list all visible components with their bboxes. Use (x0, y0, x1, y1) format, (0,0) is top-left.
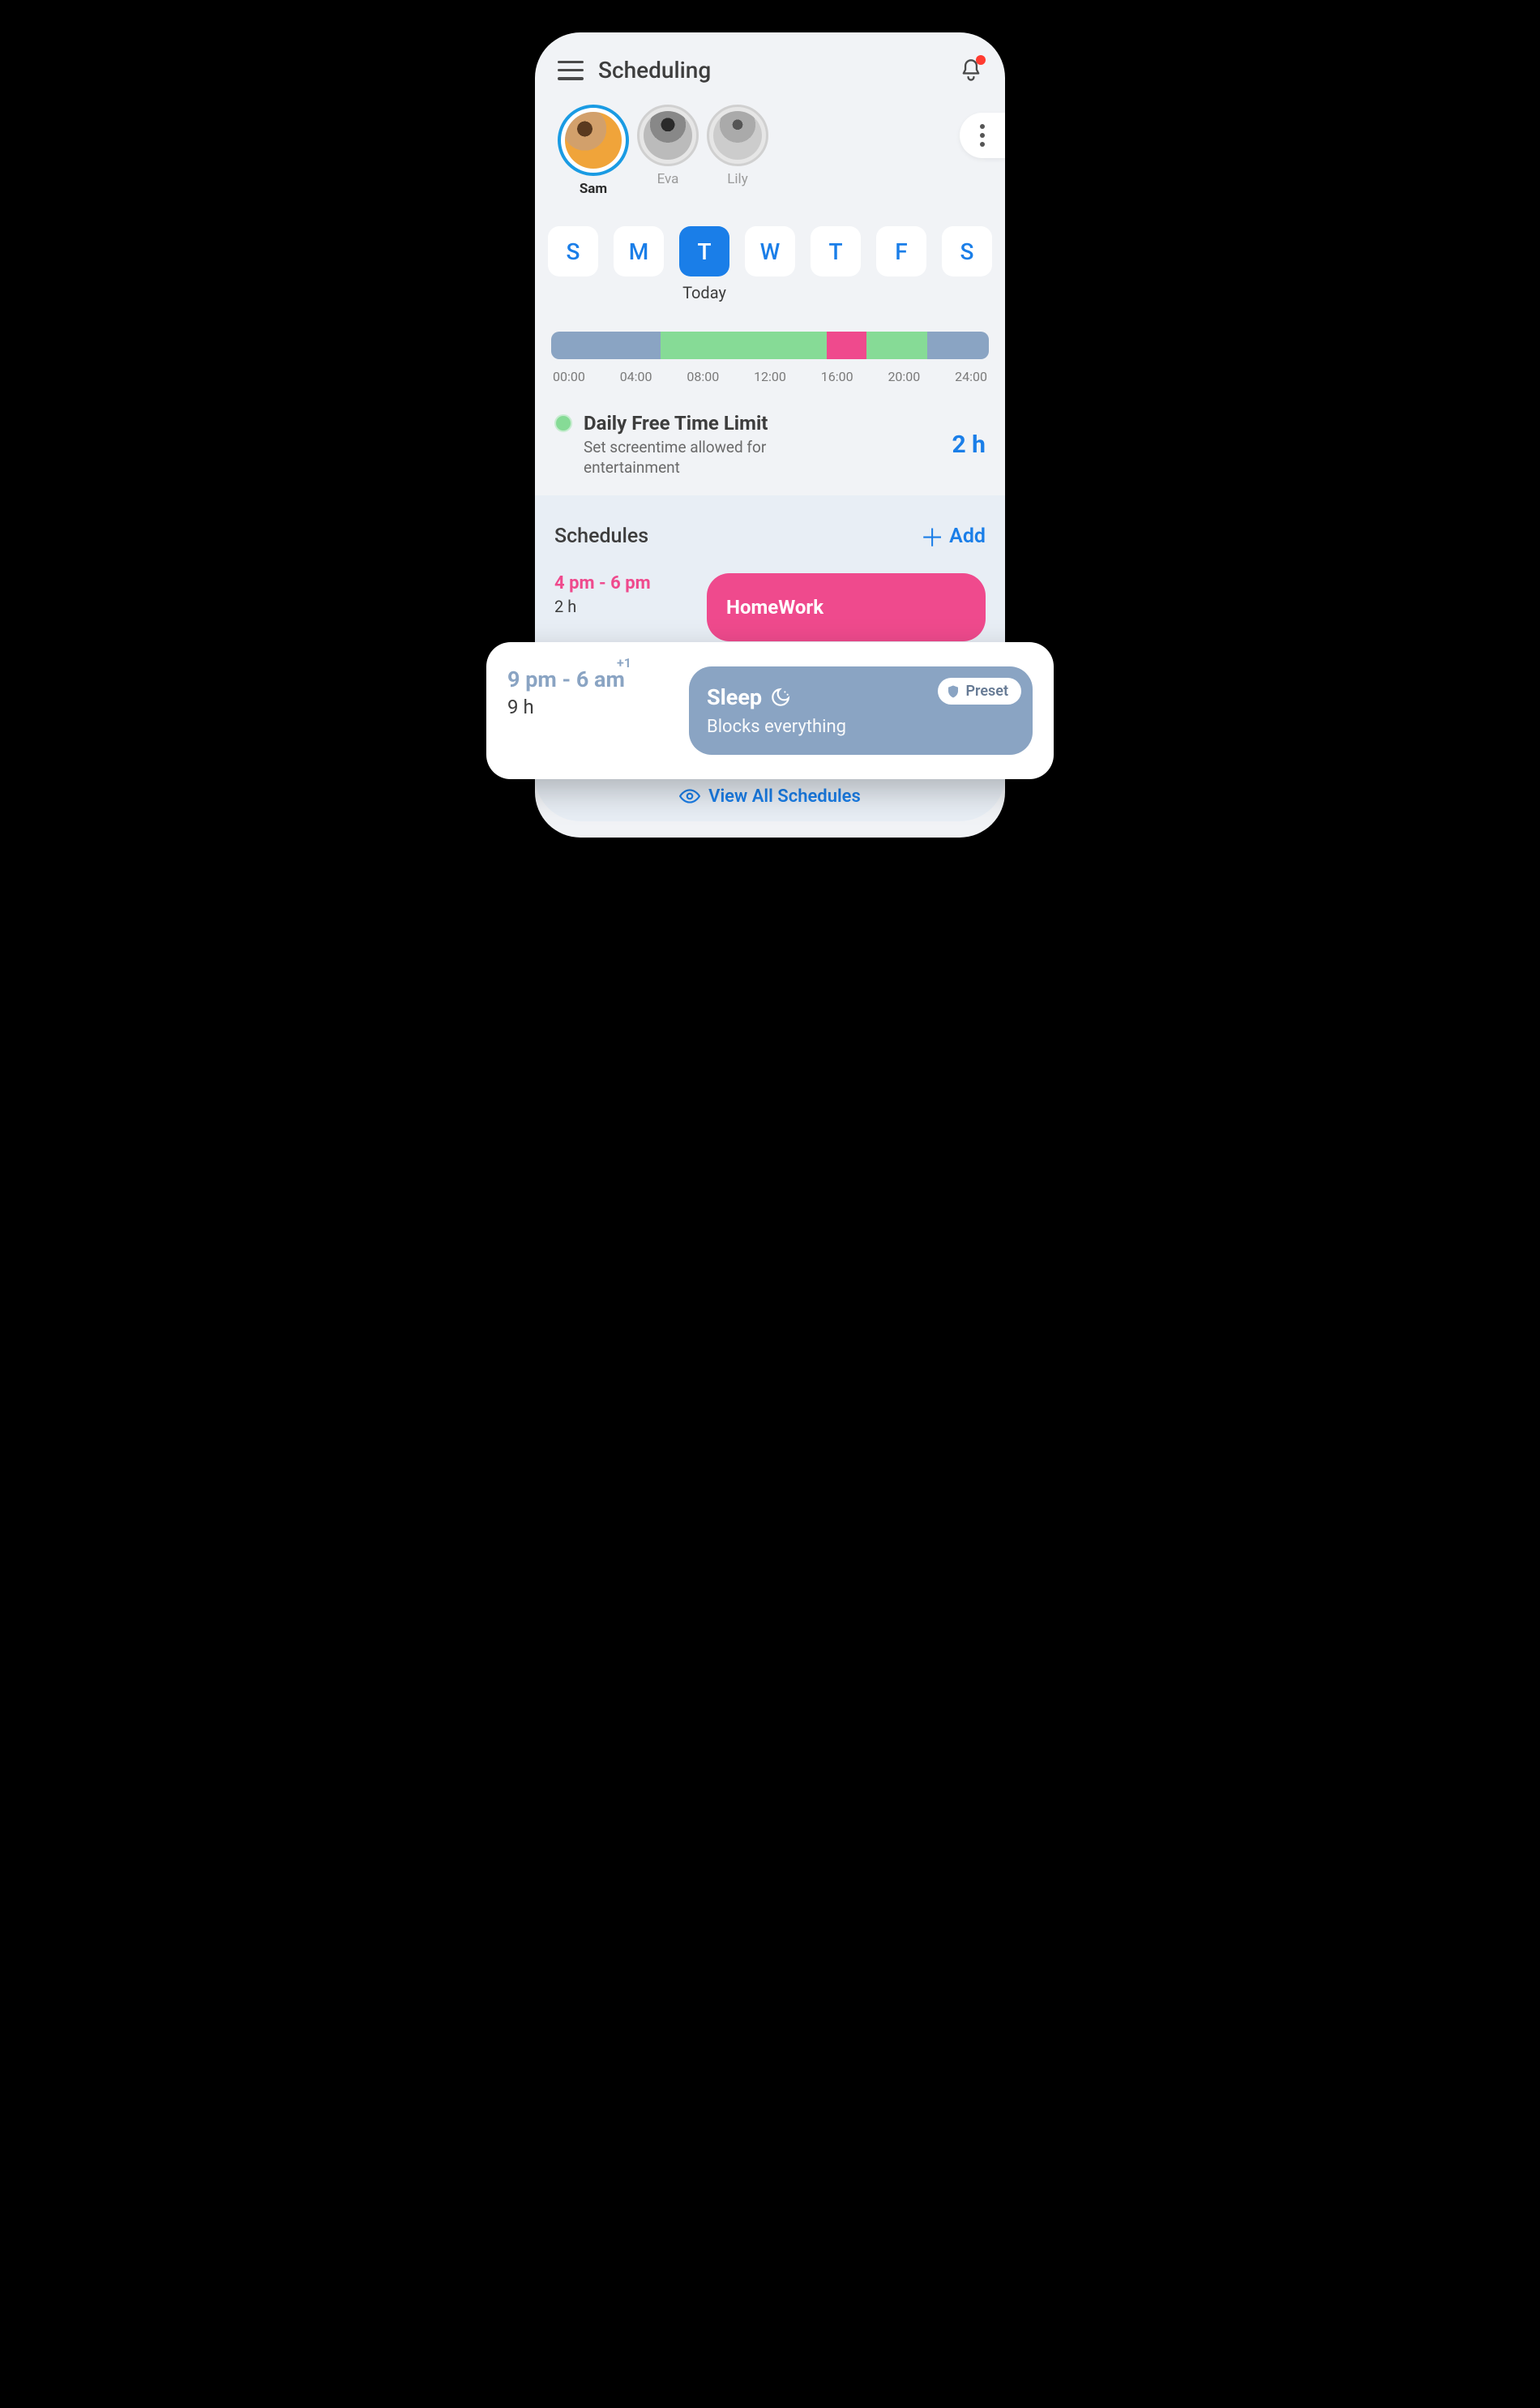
day-picker: S M T Today W T F S (535, 197, 1005, 302)
profile-name: Sam (558, 181, 629, 197)
schedule-range: 4 pm - 6 pm (554, 573, 692, 593)
limit-text: Daily Free Time Limit Set screentime all… (584, 412, 941, 478)
add-label: Add (949, 525, 986, 548)
day-tue[interactable]: T (679, 226, 729, 276)
day-wed[interactable]: W (745, 226, 795, 276)
eye-icon (679, 786, 700, 807)
profile-name: Lily (707, 171, 768, 187)
next-day-badge: +1 (617, 655, 631, 671)
profile-eva[interactable]: Eva (637, 105, 699, 187)
profile-selector: Sam Eva Lily (535, 84, 1005, 197)
schedule-subtitle: Blocks everything (707, 717, 1015, 737)
moon-icon (770, 687, 791, 708)
tick-label: 16:00 (821, 369, 853, 384)
day-sat[interactable]: S (942, 226, 992, 276)
schedule-range: 9 pm - 6 am +1 (507, 666, 625, 692)
profile-name: Eva (637, 171, 699, 187)
day-thu[interactable]: T (811, 226, 861, 276)
notification-dot (976, 55, 986, 65)
segment-sleep (927, 332, 989, 359)
free-time-dot-icon (554, 414, 572, 432)
tick-label: 00:00 (553, 369, 585, 384)
avatar (637, 105, 699, 166)
add-schedule-button[interactable]: ＋ Add (920, 518, 986, 554)
schedule-homework-badge[interactable]: HomeWork (707, 573, 986, 641)
timeline-bar[interactable] (551, 332, 989, 359)
day-timeline: 00:00 04:00 08:00 12:00 16:00 20:00 24:0… (551, 332, 989, 384)
menu-icon[interactable] (558, 61, 584, 80)
app-header: Scheduling (535, 57, 1005, 84)
schedules-header: Schedules ＋ Add (535, 518, 1005, 554)
day-sun[interactable]: S (548, 226, 598, 276)
segment-free (661, 332, 827, 359)
tick-label: 08:00 (687, 369, 719, 384)
profile-sam[interactable]: Sam (558, 105, 629, 197)
shield-icon (946, 684, 960, 699)
notifications-button[interactable] (960, 58, 982, 83)
avatar (558, 105, 629, 176)
today-label: Today (682, 283, 726, 302)
segment-homework (827, 332, 866, 359)
schedule-duration: 2 h (554, 597, 692, 616)
schedule-name-text: Sleep (707, 684, 762, 710)
limit-subtitle: Set screentime allowed for entertainment (584, 438, 827, 478)
schedules-title: Schedules (554, 525, 648, 548)
segment-free (866, 332, 928, 359)
phone-frame: Scheduling Sam Eva Lily S M T Today W (535, 32, 1005, 838)
view-all-label: View All Schedules (708, 786, 861, 807)
page-title: Scheduling (598, 57, 945, 84)
plus-icon: ＋ (920, 518, 944, 554)
limit-value: 2 h (952, 431, 986, 459)
schedule-sleep-badge[interactable]: Preset Sleep Blocks everything (689, 666, 1033, 755)
tick-label: 04:00 (620, 369, 652, 384)
daily-limit-row[interactable]: Daily Free Time Limit Set screentime all… (535, 384, 1005, 495)
preset-chip[interactable]: Preset (938, 678, 1021, 705)
preset-label: Preset (965, 683, 1008, 700)
schedule-time: 9 pm - 6 am +1 9 h (507, 666, 669, 755)
schedule-name: HomeWork (726, 596, 966, 619)
schedule-duration: 9 h (507, 696, 669, 718)
schedule-sleep-card[interactable]: 9 pm - 6 am +1 9 h Preset Sleep Blocks e… (486, 642, 1054, 779)
schedule-time: 4 pm - 6 pm 2 h (554, 573, 692, 641)
more-options-button[interactable] (960, 113, 1005, 158)
profile-lily[interactable]: Lily (707, 105, 768, 187)
day-mon[interactable]: M (614, 226, 664, 276)
segment-sleep (551, 332, 661, 359)
day-fri[interactable]: F (876, 226, 926, 276)
tick-label: 24:00 (955, 369, 987, 384)
avatar (707, 105, 768, 166)
schedule-range-text: 9 pm - 6 am (507, 666, 625, 692)
tick-label: 20:00 (888, 369, 920, 384)
timeline-ticks: 00:00 04:00 08:00 12:00 16:00 20:00 24:0… (551, 369, 989, 384)
limit-title: Daily Free Time Limit (584, 412, 941, 435)
tick-label: 12:00 (754, 369, 786, 384)
